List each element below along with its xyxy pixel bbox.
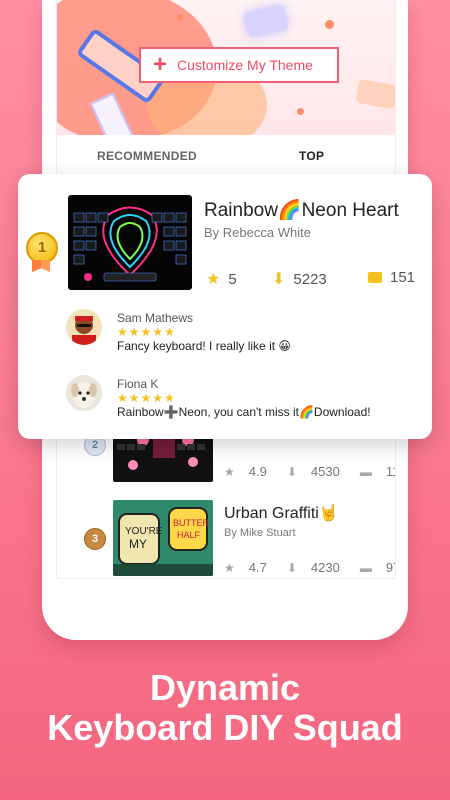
rating-stat: ★ 5 — [206, 269, 237, 289]
theme-stats: ★ 4.9 ⬇ 4530 ▬ 118 — [224, 464, 395, 479]
star-icon: ★ — [224, 560, 235, 575]
avatar — [66, 375, 102, 411]
download-stat: ⬇ 5223 — [272, 269, 327, 289]
rating-value: 4.9 — [248, 464, 267, 479]
theme-author: By Mike Stuart — [224, 527, 296, 539]
svg-text:HALF: HALF — [177, 530, 201, 540]
review-text: Fancy keyboard! I really like it 😀 — [117, 339, 291, 353]
tab-recommended[interactable]: RECOMMENDED — [97, 149, 197, 163]
svg-text:BUTTER: BUTTER — [173, 518, 210, 528]
customize-theme-label: Customize My Theme — [177, 57, 313, 73]
promo-tagline: Dynamic Keyboard DIY Squad — [0, 668, 450, 748]
comment-icon: ▬ — [359, 464, 372, 479]
theme-banner: + Customize My Theme — [57, 0, 395, 135]
tab-top[interactable]: TOP — [299, 149, 324, 163]
review-stars: ★★★★★ — [117, 391, 176, 405]
comment-stat: 151 — [368, 269, 415, 286]
comment-count: 118 — [385, 464, 395, 479]
review-item: Fiona K ★★★★★ Rainbow➕Neon, you can't mi… — [66, 375, 406, 425]
theme-thumbnail: YOU'RE MY BUTTER HALF — [113, 500, 213, 576]
list-item[interactable]: 3 YOU'RE MY BUTTER HALF Urban Graffiti🤘 … — [57, 500, 395, 578]
comment-count: 97 — [385, 560, 395, 575]
rating-value: 4.7 — [248, 560, 267, 575]
medal-ribbon — [32, 260, 50, 272]
download-icon: ⬇ — [286, 464, 297, 479]
tab-bar: RECOMMENDED TOP — [57, 140, 395, 174]
featured-theme-card[interactable]: 1 Rainbow🌈Neon Heart By Rebecca White ★ … — [18, 174, 432, 439]
review-text: Rainbow➕Neon, you can't miss it🌈Download… — [117, 405, 371, 419]
banner-dot — [297, 108, 304, 115]
theme-author: By Rebecca White — [204, 225, 311, 240]
review-stars: ★★★★★ — [117, 325, 176, 339]
rank-medal-icon: 1 — [26, 232, 58, 264]
comment-icon: ▬ — [359, 560, 372, 575]
tagline-line1: Dynamic — [149, 667, 301, 708]
svg-text:YOU'RE: YOU'RE — [125, 526, 163, 537]
tagline-line2: Keyboard DIY Squad — [47, 707, 403, 748]
theme-title: Urban Graffiti🤘 — [224, 505, 339, 522]
download-icon: ⬇ — [272, 271, 286, 288]
avatar — [66, 309, 102, 345]
download-icon: ⬇ — [286, 560, 297, 575]
banner-dot — [325, 20, 334, 29]
review-item: Sam Mathews ★★★★★ Fancy keyboard! I real… — [66, 309, 406, 359]
keyboard-icon — [242, 3, 290, 39]
theme-title: Rainbow🌈Neon Heart — [204, 200, 399, 221]
theme-stats: ★ 4.7 ⬇ 4230 ▬ 97 — [224, 560, 395, 575]
star-icon: ★ — [206, 271, 221, 288]
download-count: 4530 — [310, 464, 340, 479]
plus-icon: + — [153, 51, 168, 78]
reviewer-name: Sam Mathews — [117, 311, 194, 325]
download-count: 5223 — [293, 270, 327, 288]
theme-thumbnail — [68, 195, 192, 290]
comment-icon — [368, 272, 382, 283]
svg-text:MY: MY — [129, 537, 147, 551]
comment-count: 151 — [390, 269, 416, 286]
banner-dot — [177, 14, 183, 20]
customize-theme-button[interactable]: + Customize My Theme — [139, 47, 339, 83]
rank-medal-icon: 3 — [84, 528, 106, 550]
reviewer-name: Fiona K — [117, 377, 159, 391]
download-count: 4230 — [310, 560, 340, 575]
rating-value: 5 — [228, 270, 237, 288]
keyboard-icon — [355, 78, 395, 110]
star-icon: ★ — [224, 464, 235, 479]
